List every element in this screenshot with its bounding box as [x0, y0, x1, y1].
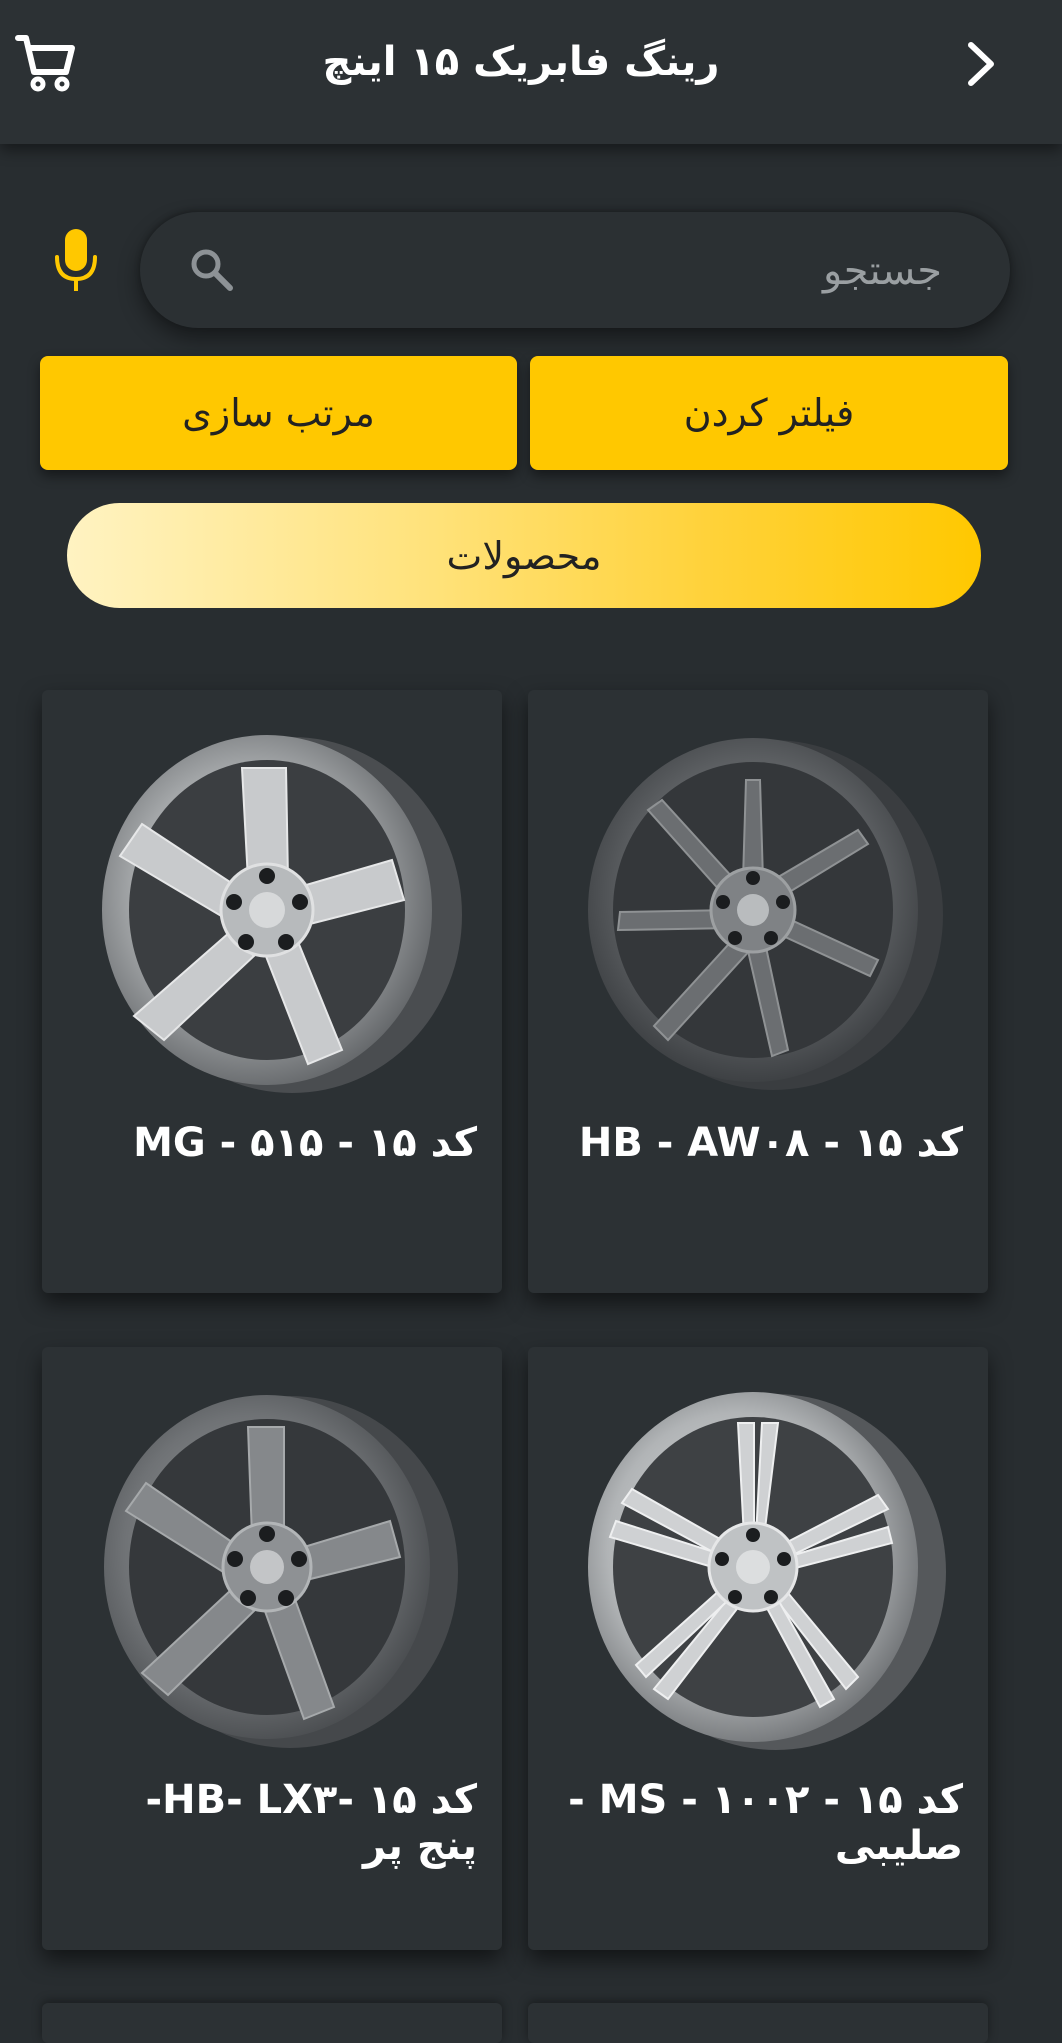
- product-card[interactable]: کد ۱۵ -HB- LX۳- پنج پر: [42, 1347, 502, 1950]
- product-title: کد ۱۵ - MS - ۱۰۰۲ - صلیبی: [568, 1777, 963, 1869]
- product-card-partial[interactable]: [528, 2003, 988, 2043]
- product-title: کد ۱۵ - MG - ۵۱۵: [133, 1120, 477, 1166]
- back-button[interactable]: [940, 24, 1020, 104]
- wheel-image: [588, 738, 943, 1090]
- product-title: کد ۱۵ - HB - AW۰۸: [578, 1120, 963, 1166]
- app-bar: رینگ فابریک ۱۵ اینچ: [0, 0, 1062, 144]
- products-section-label[interactable]: محصولات: [67, 503, 981, 608]
- wheel-image: [102, 735, 462, 1093]
- wheel-image: [104, 1395, 458, 1748]
- cart-button[interactable]: [10, 26, 82, 98]
- cart-icon: [15, 35, 75, 92]
- product-card[interactable]: کد ۱۵ - HB - AW۰۸: [528, 690, 988, 1293]
- voice-search-button[interactable]: [40, 222, 112, 302]
- product-title: کد ۱۵ -HB- LX۳- پنج پر: [145, 1777, 478, 1869]
- search-bar: [140, 212, 1010, 328]
- chevron-right-icon: [968, 42, 994, 86]
- product-card[interactable]: کد ۱۵ - MG - ۵۱۵: [42, 690, 502, 1293]
- search-input[interactable]: [270, 236, 944, 306]
- microphone-icon: [55, 229, 97, 291]
- product-card[interactable]: کد ۱۵ - MS - ۱۰۰۲ - صلیبی: [528, 1347, 988, 1950]
- page-title: رینگ فابریک ۱۵ اینچ: [322, 39, 720, 85]
- product-card-partial[interactable]: [42, 2003, 502, 2043]
- sort-button[interactable]: مرتب سازی: [40, 356, 517, 470]
- search-icon[interactable]: [186, 244, 238, 296]
- filter-button[interactable]: فیلتر کردن: [530, 356, 1008, 470]
- wheel-image: [588, 1392, 946, 1750]
